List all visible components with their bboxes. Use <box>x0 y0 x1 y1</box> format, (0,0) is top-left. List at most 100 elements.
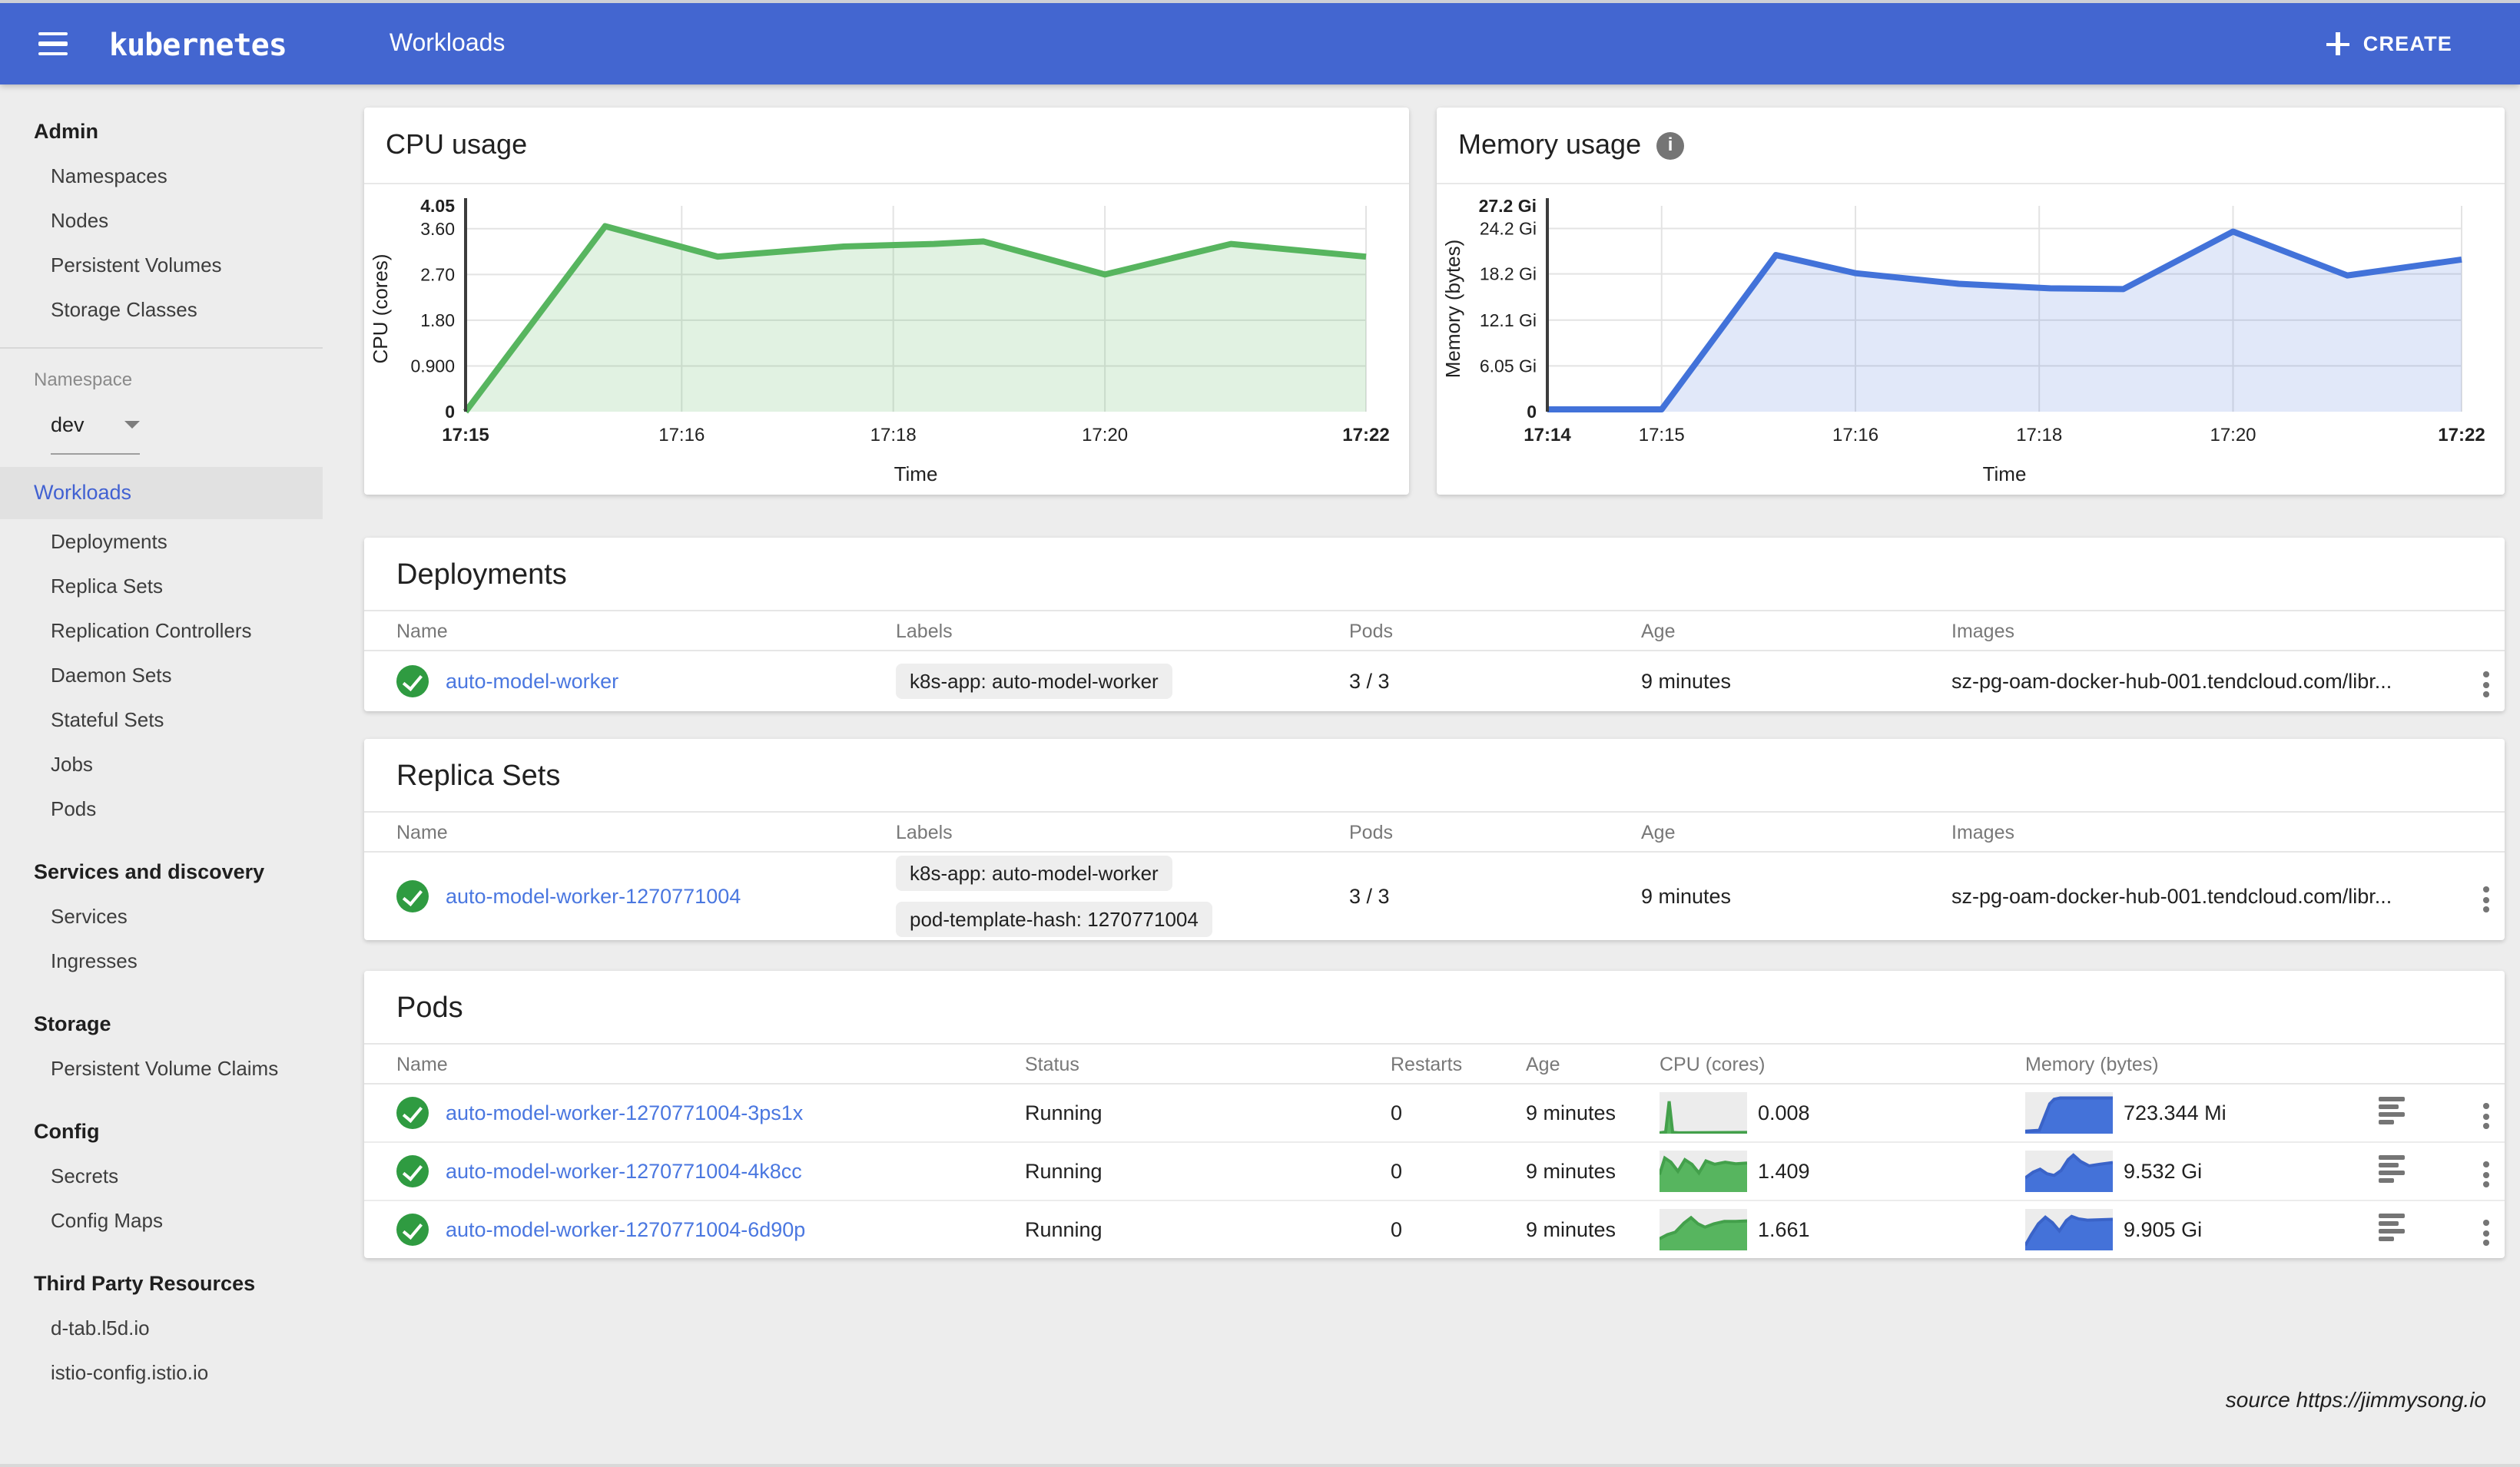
sidebar-nav: Admin Namespaces Nodes Persistent Volume… <box>0 84 323 1467</box>
svg-text:Time: Time <box>894 462 938 485</box>
kebab-menu-icon[interactable] <box>2477 1097 2495 1135</box>
sidebar-item-istio-config-istio-io[interactable]: istio-config.istio.io <box>0 1350 323 1395</box>
deployment-name-link[interactable]: auto-model-worker <box>446 670 618 693</box>
sidebar-item-services[interactable]: Services <box>0 894 323 939</box>
svg-text:CPU (cores): CPU (cores) <box>369 253 392 363</box>
plus-icon <box>2326 32 2349 55</box>
pod-row: auto-model-worker-1270771004-4k8cc Runni… <box>364 1141 2505 1200</box>
svg-text:0: 0 <box>1527 402 1537 422</box>
sidebar-item-secrets[interactable]: Secrets <box>0 1154 323 1198</box>
pods-header-row: Name Status Restarts Age CPU (cores) Mem… <box>364 1045 2505 1085</box>
sidebar-item-deployments[interactable]: Deployments <box>0 519 323 564</box>
svg-text:17:18: 17:18 <box>870 425 917 445</box>
column-header-labels: Labels <box>896 620 1349 641</box>
create-button[interactable]: CREATE <box>2317 31 2462 57</box>
sidebar-item-config-maps[interactable]: Config Maps <box>0 1198 323 1243</box>
svg-text:0: 0 <box>445 402 455 422</box>
column-header-pods: Pods <box>1349 821 1641 843</box>
replica-set-age: 9 minutes <box>1641 885 1951 908</box>
svg-text:27.2 Gi: 27.2 Gi <box>1479 196 1537 216</box>
kebab-menu-icon[interactable] <box>2477 880 2495 919</box>
namespace-select[interactable]: dev <box>51 395 140 455</box>
info-icon[interactable] <box>1656 131 1684 159</box>
check-circle-icon <box>396 1214 429 1246</box>
graphs-row: CPU usage 4.053.602.701.800.900017:1517:… <box>364 108 2505 495</box>
svg-text:24.2 Gi: 24.2 Gi <box>1480 219 1537 239</box>
sidebar-item-workloads[interactable]: Workloads <box>0 467 323 519</box>
column-header-status: Status <box>1025 1053 1391 1075</box>
pod-name-link[interactable]: auto-model-worker-1270771004-3ps1x <box>446 1101 803 1124</box>
cpu-usage-title: CPU usage <box>364 108 1409 184</box>
logs-icon[interactable] <box>2379 1151 2405 1186</box>
page-title: Workloads <box>390 30 506 58</box>
replica-set-images: sz-pg-oam-docker-hub-001.tendcloud.com/l… <box>1951 885 2434 908</box>
cpu-sparkline <box>1660 1209 1747 1250</box>
sidebar-item-daemon-sets[interactable]: Daemon Sets <box>0 653 323 697</box>
column-header-age: Age <box>1526 1053 1660 1075</box>
svg-text:17:20: 17:20 <box>1082 425 1128 445</box>
check-circle-icon <box>396 1097 429 1129</box>
label-chip: pod-template-hash: 1270771004 <box>896 902 1212 937</box>
sidebar-item-d-tab-l5d-io[interactable]: d-tab.l5d.io <box>0 1306 323 1350</box>
logs-icon[interactable] <box>2379 1210 2405 1244</box>
cpu-sparkline <box>1660 1092 1747 1134</box>
svg-text:17:15: 17:15 <box>1639 425 1685 445</box>
window-bottom-edge <box>0 1464 2520 1467</box>
pod-age: 9 minutes <box>1526 1218 1660 1241</box>
kebab-menu-icon[interactable] <box>2477 1214 2495 1252</box>
logs-icon[interactable] <box>2379 1093 2405 1128</box>
deployments-header-row: Name Labels Pods Age Images <box>364 611 2505 651</box>
sidebar-item-replica-sets[interactable]: Replica Sets <box>0 564 323 608</box>
sidebar-item-namespaces[interactable]: Namespaces <box>0 154 323 198</box>
sidebar-heading-third-party-resources: Third Party Resources <box>0 1261 323 1306</box>
app-logo[interactable]: kubernetes <box>109 25 287 62</box>
sidebar-item-ingresses[interactable]: Ingresses <box>0 939 323 983</box>
column-header-name: Name <box>396 821 896 843</box>
column-header-images: Images <box>1951 821 2434 843</box>
pod-restarts: 0 <box>1391 1160 1526 1183</box>
kebab-menu-icon[interactable] <box>2477 1155 2495 1194</box>
pod-cpu-value: 1.409 <box>1758 1160 1810 1183</box>
column-header-age: Age <box>1641 620 1951 641</box>
replica-set-row: auto-model-worker-1270771004 k8s-app: au… <box>364 853 2505 940</box>
chevron-down-icon <box>124 420 140 428</box>
memory-sparkline <box>2025 1092 2113 1134</box>
svg-text:12.1 Gi: 12.1 Gi <box>1480 310 1537 330</box>
sidebar-item-persistent-volumes[interactable]: Persistent Volumes <box>0 243 323 287</box>
sidebar-item-pods[interactable]: Pods <box>0 786 323 831</box>
sidebar-item-stateful-sets[interactable]: Stateful Sets <box>0 697 323 742</box>
hamburger-menu-icon[interactable] <box>32 26 74 61</box>
sidebar-item-nodes[interactable]: Nodes <box>0 198 323 243</box>
pod-restarts: 0 <box>1391 1218 1526 1241</box>
sidebar-item-persistent-volume-claims[interactable]: Persistent Volume Claims <box>0 1046 323 1091</box>
deployments-title: Deployments <box>364 538 2505 611</box>
cpu-sparkline <box>1660 1151 1747 1192</box>
sidebar-item-replication-controllers[interactable]: Replication Controllers <box>0 608 323 653</box>
check-circle-icon <box>396 665 429 697</box>
label-chip: k8s-app: auto-model-worker <box>896 856 1172 891</box>
memory-usage-chart: 27.2 Gi24.2 Gi18.2 Gi12.1 Gi6.05 Gi017:1… <box>1437 184 2505 492</box>
svg-text:17:14: 17:14 <box>1524 425 1571 445</box>
svg-text:17:22: 17:22 <box>1342 425 1389 445</box>
main-content: CPU usage 4.053.602.701.800.900017:1517:… <box>323 84 2520 1467</box>
sidebar-divider <box>0 347 323 349</box>
pod-row: auto-model-worker-1270771004-3ps1x Runni… <box>364 1085 2505 1141</box>
column-header-restarts: Restarts <box>1391 1053 1526 1075</box>
kebab-menu-icon[interactable] <box>2477 665 2495 704</box>
pod-status: Running <box>1025 1101 1391 1124</box>
pod-name-link[interactable]: auto-model-worker-1270771004-4k8cc <box>446 1160 802 1183</box>
pod-cpu-value: 0.008 <box>1758 1101 1810 1124</box>
deployment-age: 9 minutes <box>1641 670 1951 693</box>
svg-text:0.900: 0.900 <box>410 356 455 376</box>
replica-set-pods-count: 3 / 3 <box>1349 885 1641 908</box>
memory-usage-card: Memory usage 27.2 Gi24.2 Gi18.2 Gi12.1 G… <box>1437 108 2505 495</box>
sidebar-item-storage-classes[interactable]: Storage Classes <box>0 287 323 332</box>
svg-text:17:16: 17:16 <box>1832 425 1878 445</box>
check-circle-icon <box>396 1155 429 1187</box>
namespace-value: dev <box>51 412 85 435</box>
sidebar-item-jobs[interactable]: Jobs <box>0 742 323 786</box>
svg-text:Memory (bytes): Memory (bytes) <box>1441 240 1464 379</box>
replica-set-name-link[interactable]: auto-model-worker-1270771004 <box>446 885 741 908</box>
svg-text:17:16: 17:16 <box>658 425 705 445</box>
pod-name-link[interactable]: auto-model-worker-1270771004-6d90p <box>446 1218 805 1241</box>
